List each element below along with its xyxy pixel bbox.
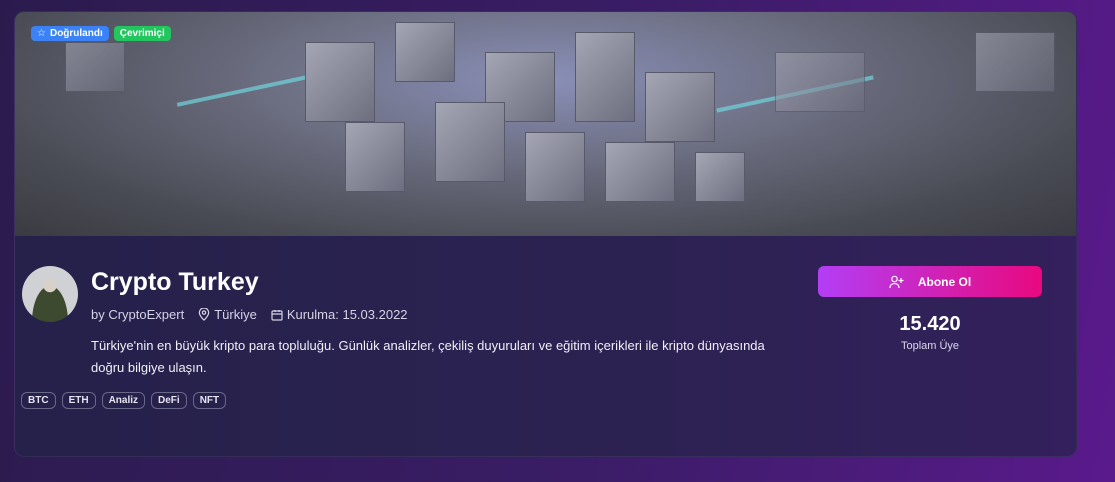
calendar-icon (271, 309, 283, 321)
tag[interactable]: Analiz (101, 392, 146, 409)
tag-list: BTC ETH Analiz DeFi NFT (21, 392, 227, 409)
subscribe-button[interactable]: Abone Ol (818, 266, 1042, 297)
tag[interactable]: NFT (192, 392, 227, 409)
community-description: Türkiye'nin en büyük kripto para toplulu… (91, 338, 765, 375)
member-count-label: Toplam Üye (900, 340, 960, 352)
map-pin-icon (198, 308, 210, 321)
online-badge: Çevrimiçi (113, 26, 171, 41)
verified-badge: ☆ Doğrulandı (31, 26, 109, 41)
location: Türkiye (198, 307, 257, 322)
banner-image: ☆ Doğrulandı Çevrimiçi (15, 12, 1076, 236)
page-title: Crypto Turkey (91, 268, 259, 296)
author[interactable]: by CryptoExpert (91, 307, 184, 322)
avatar (22, 266, 78, 322)
founded-date: Kurulma: 15.03.2022 (271, 307, 408, 322)
tag[interactable]: BTC (21, 392, 56, 409)
user-plus-icon (889, 275, 904, 288)
star-icon: ☆ (37, 28, 46, 39)
community-card: ☆ Doğrulandı Çevrimiçi (14, 11, 1077, 457)
community-meta: by CryptoExpert Türkiye Kurulma: 15.03.2… (91, 307, 408, 322)
tag[interactable]: DeFi (151, 392, 187, 409)
tag[interactable]: ETH (61, 392, 96, 409)
member-count: 15.420 (899, 313, 961, 335)
